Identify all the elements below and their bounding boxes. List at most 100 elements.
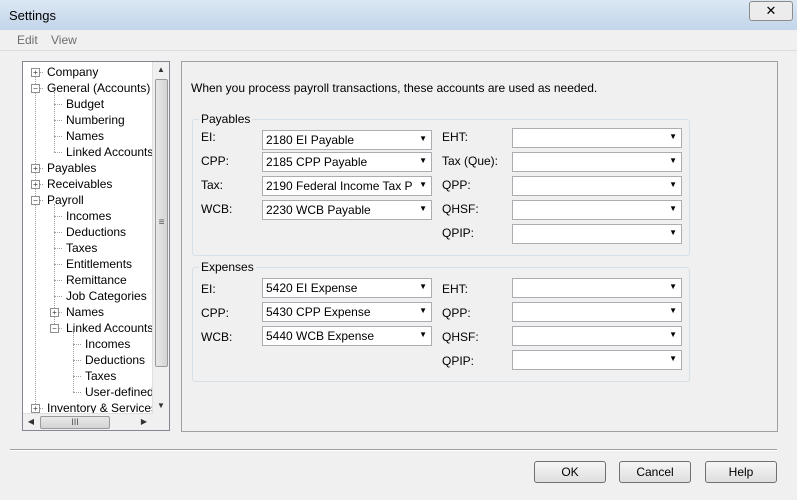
- tree-connector-line: [35, 72, 36, 408]
- expenses-qpp-select[interactable]: ▼: [512, 302, 682, 322]
- expenses-ei-select[interactable]: 5420 EI Expense ▼: [262, 278, 432, 298]
- expand-icon[interactable]: +: [31, 404, 40, 413]
- expenses-group: Expenses EI: 5420 EI Expense ▼ CPP: 5430…: [192, 260, 690, 382]
- tree-item[interactable]: Names: [66, 128, 104, 144]
- payables-legend: Payables: [199, 112, 253, 126]
- tree-connector-line: [54, 136, 62, 137]
- expenses-cpp-label: CPP:: [201, 306, 230, 320]
- tree-connector-line: [54, 264, 62, 265]
- tree-item[interactable]: Names: [66, 304, 104, 320]
- scroll-left-icon[interactable]: ◀: [23, 414, 39, 430]
- payables-ei-label: EI:: [201, 130, 216, 144]
- close-button[interactable]: ✕: [749, 1, 793, 21]
- tree-item[interactable]: Deductions: [66, 224, 126, 240]
- tree-connector-line: [54, 92, 55, 152]
- expenses-qhsf-select[interactable]: ▼: [512, 326, 682, 346]
- expenses-wcb-label: WCB:: [201, 330, 233, 344]
- payables-taxque-label: Tax (Que):: [442, 154, 499, 168]
- help-button[interactable]: Help: [705, 461, 777, 483]
- expenses-wcb-select[interactable]: 5440 WCB Expense ▼: [262, 326, 432, 346]
- menu-edit[interactable]: Edit: [17, 33, 38, 47]
- vertical-scroll-thumb[interactable]: ≡: [155, 79, 168, 367]
- payables-wcb-label: WCB:: [201, 202, 233, 216]
- expenses-eht-label: EHT:: [442, 282, 469, 296]
- tree-item[interactable]: General (Accounts): [47, 80, 150, 96]
- title-bar: Settings ✕: [0, 0, 797, 31]
- tree-item[interactable]: Company: [47, 64, 98, 80]
- tree-item[interactable]: Linked Accounts: [66, 144, 153, 160]
- expand-icon[interactable]: +: [31, 180, 40, 189]
- tree-item[interactable]: Incomes: [66, 208, 111, 224]
- chevron-down-icon: ▼: [669, 228, 677, 237]
- tree-item[interactable]: Remittance: [66, 272, 127, 288]
- tree-connector-line: [54, 152, 62, 153]
- scroll-corner: [153, 414, 169, 430]
- tree-item[interactable]: Incomes: [85, 336, 130, 352]
- payables-qpp-select[interactable]: ▼: [512, 176, 682, 196]
- expenses-legend: Expenses: [199, 260, 256, 274]
- expenses-qpip-select[interactable]: ▼: [512, 350, 682, 370]
- payables-taxque-select[interactable]: ▼: [512, 152, 682, 172]
- expand-icon[interactable]: +: [31, 68, 40, 77]
- expenses-cpp-value: 5430 CPP Expense: [266, 305, 371, 319]
- tree-item[interactable]: Taxes: [85, 368, 116, 384]
- grip-icon: ≡: [158, 217, 165, 228]
- payables-qhsf-select[interactable]: ▼: [512, 200, 682, 220]
- payables-wcb-value: 2230 WCB Payable: [266, 203, 371, 217]
- chevron-down-icon: ▼: [419, 156, 427, 165]
- tree-item[interactable]: Entitlements: [66, 256, 132, 272]
- tree-item[interactable]: Payroll: [47, 192, 84, 208]
- expenses-cpp-select[interactable]: 5430 CPP Expense ▼: [262, 302, 432, 322]
- tree-item[interactable]: Payables: [47, 160, 96, 176]
- cancel-button[interactable]: Cancel: [619, 461, 691, 483]
- tree-item[interactable]: Linked Accounts: [66, 320, 153, 336]
- menu-view[interactable]: View: [51, 33, 77, 47]
- settings-tree[interactable]: + Company − General (Accounts) Budget Numberi…: [22, 61, 170, 431]
- expenses-qpip-label: QPIP:: [442, 354, 475, 368]
- collapse-icon[interactable]: −: [31, 84, 40, 93]
- tree-connector-line: [54, 120, 62, 121]
- tree-item[interactable]: Receivables: [47, 176, 112, 192]
- tree-connector-line: [54, 216, 62, 217]
- chevron-down-icon: ▼: [669, 282, 677, 291]
- grip-icon: III: [71, 417, 79, 427]
- tree-vertical-scrollbar[interactable]: ▲ ≡ ▼: [152, 62, 169, 414]
- chevron-down-icon: ▼: [669, 156, 677, 165]
- chevron-down-icon: ▼: [669, 204, 677, 213]
- expenses-eht-select[interactable]: ▼: [512, 278, 682, 298]
- tree-item[interactable]: Budget: [66, 96, 104, 112]
- chevron-down-icon: ▼: [419, 330, 427, 339]
- payables-tax-label: Tax:: [201, 178, 224, 192]
- chevron-down-icon: ▼: [669, 132, 677, 141]
- tree-item[interactable]: Taxes: [66, 240, 97, 256]
- chevron-down-icon: ▼: [419, 306, 427, 315]
- collapse-icon[interactable]: −: [31, 196, 40, 205]
- payables-wcb-select[interactable]: 2230 WCB Payable ▼: [262, 200, 432, 220]
- payables-cpp-select[interactable]: 2185 CPP Payable ▼: [262, 152, 432, 172]
- payables-qpip-select[interactable]: ▼: [512, 224, 682, 244]
- tree-connector-line: [54, 280, 62, 281]
- tree-connector-line: [54, 296, 62, 297]
- chevron-down-icon: ▼: [419, 204, 427, 213]
- tree-item[interactable]: Numbering: [66, 112, 125, 128]
- ok-button[interactable]: OK: [534, 461, 606, 483]
- tree-horizontal-scrollbar[interactable]: ◀ III ▶: [23, 413, 153, 430]
- payables-ei-select[interactable]: 2180 EI Payable ▼: [262, 130, 432, 150]
- scroll-down-icon[interactable]: ▼: [153, 398, 169, 414]
- scroll-up-icon[interactable]: ▲: [153, 62, 169, 78]
- menu-bar: Edit View: [0, 30, 797, 51]
- chevron-down-icon: ▼: [669, 180, 677, 189]
- tree-connector-line: [54, 248, 62, 249]
- tree-connector-line: [73, 392, 81, 393]
- tree-item[interactable]: Job Categories: [66, 288, 147, 304]
- tree-item[interactable]: Deductions: [85, 352, 145, 368]
- payables-eht-select[interactable]: ▼: [512, 128, 682, 148]
- tree-connector-line: [73, 360, 81, 361]
- payables-tax-select[interactable]: 2190 Federal Income Tax Paya ▼: [262, 176, 432, 196]
- expand-icon[interactable]: +: [50, 308, 59, 317]
- collapse-icon[interactable]: −: [50, 324, 59, 333]
- scroll-right-icon[interactable]: ▶: [136, 414, 152, 430]
- expand-icon[interactable]: +: [31, 164, 40, 173]
- horizontal-scroll-thumb[interactable]: III: [40, 416, 110, 429]
- payables-qhsf-label: QHSF:: [442, 202, 479, 216]
